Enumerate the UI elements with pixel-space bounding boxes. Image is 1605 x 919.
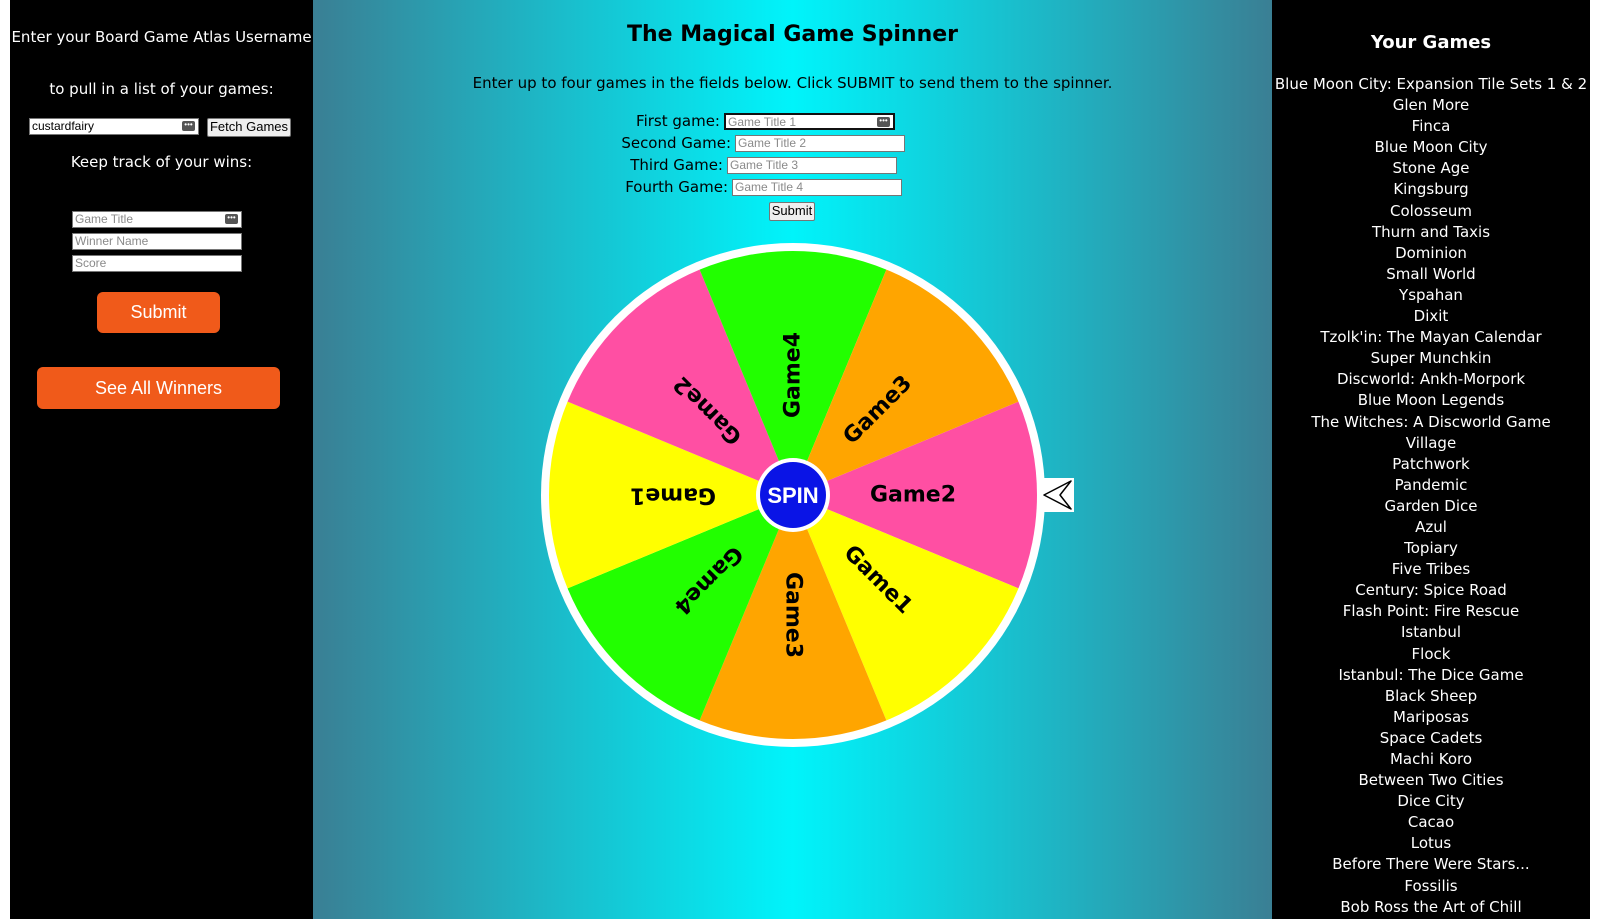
username-prompt-line-1: Enter your Board Game Atlas Username [11, 28, 312, 46]
game-list-item: Lotus [1272, 833, 1590, 854]
game-list-item: Stone Age [1272, 158, 1590, 179]
username-value: custardfairy [32, 119, 95, 133]
game-list-item: Dixit [1272, 306, 1590, 327]
game-list-item: Five Tribes [1272, 559, 1590, 580]
winner-name-input[interactable]: Winner Name [72, 233, 242, 250]
game-list-item: Discworld: Ankh-Morpork [1272, 369, 1590, 390]
game-list-item: Patchwork [1272, 454, 1590, 475]
games-panel: Your Games Blue Moon City: Expansion Til… [1272, 0, 1590, 919]
game-list-item: Finca [1272, 116, 1590, 137]
game-list-item: Cacao [1272, 812, 1590, 833]
game-list-item: The Witches: A Discworld Game [1272, 412, 1590, 433]
game-list-item: Blue Moon Legends [1272, 390, 1590, 411]
game-list-item: Super Munchkin [1272, 348, 1590, 369]
left-panel: Enter your Board Game Atlas Username to … [10, 0, 313, 919]
game-list-item: Glen More [1272, 95, 1590, 116]
game-list-item: Kingsburg [1272, 179, 1590, 200]
username-input[interactable]: custardfairy ••• [29, 118, 199, 135]
spin-label[interactable]: SPIN [767, 483, 818, 508]
game-list-item: Black Sheep [1272, 686, 1590, 707]
fetch-games-button[interactable]: Fetch Games [207, 118, 291, 137]
see-all-winners-button[interactable]: See All Winners [37, 367, 280, 409]
game-list-item: Century: Spice Road [1272, 580, 1590, 601]
game-list-item: Tzolk'in: The Mayan Calendar [1272, 327, 1590, 348]
game-list-item: Machi Koro [1272, 749, 1590, 770]
game-list-item: Between Two Cities [1272, 770, 1590, 791]
game-list-item: Fossilis [1272, 876, 1590, 897]
games-panel-title: Your Games [1370, 32, 1492, 53]
game-list-item: Topiary [1272, 538, 1590, 559]
game-list-item: Space Cadets [1272, 728, 1590, 749]
game-list-item: Small World [1272, 264, 1590, 285]
game-list-item: Azul [1272, 517, 1590, 538]
game-list-item: Mariposas [1272, 707, 1590, 728]
wheel-segment-label: Game3 [781, 572, 806, 658]
game-list-item: Blue Moon City: Expansion Tile Sets 1 & … [1272, 74, 1590, 95]
games-list: Blue Moon City: Expansion Tile Sets 1 & … [1272, 74, 1590, 918]
spinner-panel: The Magical Game Spinner Enter up to fou… [313, 0, 1272, 919]
game-list-item: Pandemic [1272, 475, 1590, 496]
submit-win-button[interactable]: Submit [97, 292, 220, 333]
game-list-item: Colosseum [1272, 201, 1590, 222]
wheel-segment-label: Game1 [630, 483, 716, 508]
game-list-item: Istanbul [1272, 622, 1590, 643]
wheel-segment-label: Game4 [781, 332, 806, 418]
game-list-item: Flash Point: Fire Rescue [1272, 601, 1590, 622]
page-margin [1590, 0, 1605, 919]
game-title-placeholder: Game Title [75, 212, 134, 226]
game-list-item: Flock [1272, 644, 1590, 665]
winner-name-placeholder: Winner Name [75, 234, 149, 248]
game-list-item: Dice City [1272, 791, 1590, 812]
game-list-item: Bob Ross the Art of Chill [1272, 897, 1590, 918]
game-list-item: Istanbul: The Dice Game [1272, 665, 1590, 686]
game-list-item: Thurn and Taxis [1272, 222, 1590, 243]
game-list-item: Before There Were Stars... [1272, 854, 1590, 875]
game-list-item: Garden Dice [1272, 496, 1590, 517]
game-list-item: Dominion [1272, 243, 1590, 264]
score-placeholder: Score [75, 256, 107, 270]
game-list-item: Yspahan [1272, 285, 1590, 306]
wheel-segment-label: Game2 [870, 483, 956, 508]
autofill-icon[interactable]: ••• [225, 214, 238, 224]
game-title-input[interactable]: Game Title ••• [72, 211, 242, 228]
game-list-item: Village [1272, 433, 1590, 454]
username-prompt-line-2: to pull in a list of your games: [49, 80, 274, 98]
spinner-wheel[interactable]: Game2Game1Game3Game4Game1Game2 Game4 Game3… [313, 0, 1272, 919]
game-list-item: Blue Moon City [1272, 137, 1590, 158]
autofill-icon[interactable]: ••• [182, 121, 195, 131]
score-input[interactable]: Score [72, 255, 242, 272]
wins-heading: Keep track of your wins: [70, 153, 253, 171]
arrow-pointer-icon [1041, 478, 1074, 512]
